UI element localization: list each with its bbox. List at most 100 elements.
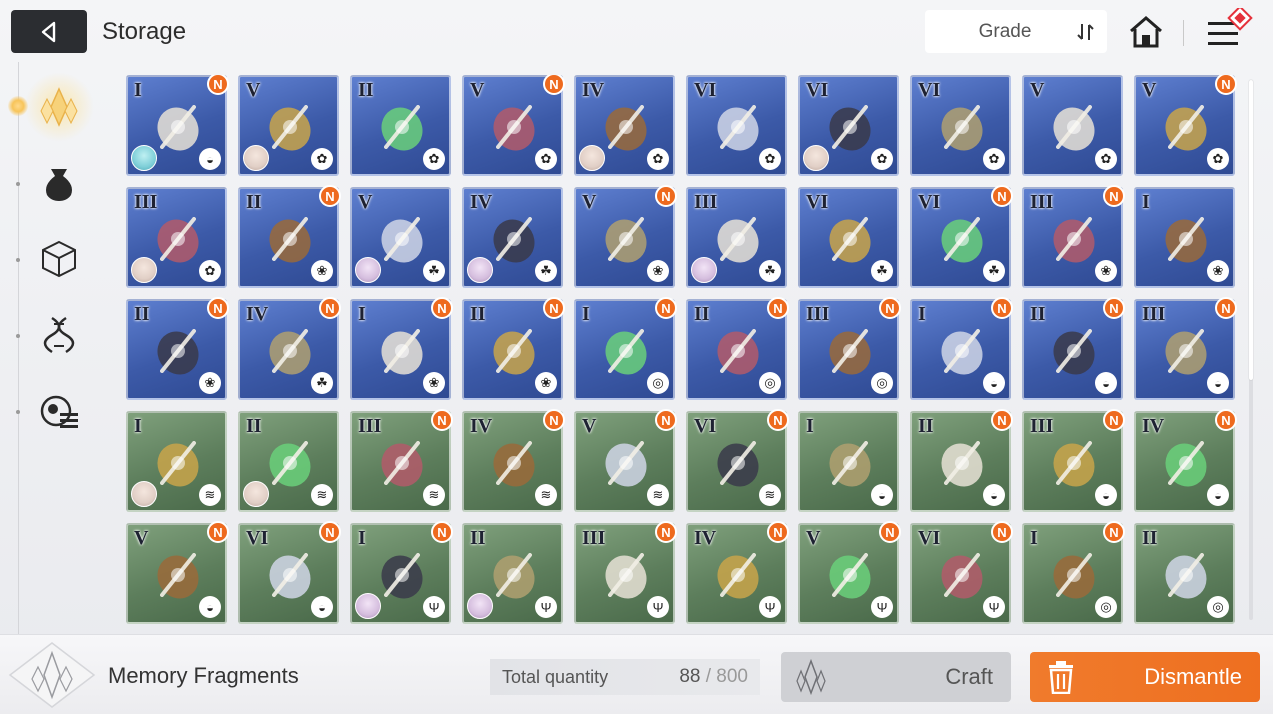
fragment-card[interactable]: I N ◎ bbox=[1022, 521, 1125, 624]
fragment-card[interactable]: VI ✿ bbox=[798, 75, 899, 176]
fragment-card[interactable]: II Ψ bbox=[462, 523, 563, 624]
craft-button[interactable]: Craft bbox=[781, 652, 1011, 702]
fragment-card[interactable]: VI ✿ bbox=[686, 75, 787, 176]
bag-icon bbox=[46, 169, 72, 201]
scrollbar-thumb[interactable] bbox=[1249, 80, 1253, 380]
character-avatar bbox=[131, 257, 157, 283]
flower-type-icon: ✿ bbox=[1095, 148, 1117, 170]
fragment-card[interactable]: II N ◒ bbox=[1022, 297, 1125, 400]
fragment-card[interactable]: VI N Ψ bbox=[910, 521, 1013, 624]
wing-type-icon: ≋ bbox=[535, 484, 557, 506]
fragment-card[interactable]: V ✿ bbox=[238, 75, 339, 176]
sidebar-item-bag[interactable] bbox=[34, 158, 84, 208]
fragment-card[interactable]: II N ❀ bbox=[462, 297, 565, 400]
fragment-card[interactable]: IV N ≋ bbox=[462, 409, 565, 512]
menu-icon[interactable] bbox=[1200, 5, 1258, 54]
grade-numeral: V bbox=[246, 79, 261, 101]
fragment-card[interactable]: III N ≋ bbox=[350, 409, 453, 512]
fragment-card[interactable]: IV ☘ bbox=[462, 187, 563, 288]
fragment-card[interactable]: I N ◒ bbox=[910, 297, 1013, 400]
fragment-card[interactable]: III ☘ bbox=[686, 187, 787, 288]
fragment-card[interactable]: III N ◒ bbox=[1022, 409, 1125, 512]
fragment-card[interactable]: V N ✿ bbox=[1134, 75, 1237, 176]
sidebar-item-cube[interactable] bbox=[34, 234, 84, 284]
fragment-card[interactable]: VI N ◒ bbox=[238, 521, 341, 624]
character-avatar bbox=[243, 481, 269, 507]
fragment-card[interactable]: I ≋ bbox=[126, 411, 227, 512]
fragment-card[interactable]: IV N ☘ bbox=[238, 297, 341, 400]
fragment-card[interactable]: V N ❀ bbox=[574, 185, 677, 288]
fragment-card[interactable]: II N ❀ bbox=[238, 185, 341, 288]
lotus-type-icon: ❀ bbox=[311, 260, 333, 282]
leaf-type-icon: ☘ bbox=[423, 260, 445, 282]
dismantle-button[interactable]: Dismantle bbox=[1030, 652, 1260, 702]
fragment-card[interactable]: I ◒ bbox=[798, 411, 899, 512]
fragment-card[interactable]: I N ◎ bbox=[574, 297, 677, 400]
grade-numeral: I bbox=[582, 303, 590, 325]
fragment-card[interactable]: III N ❀ bbox=[1022, 185, 1125, 288]
character-avatar bbox=[691, 257, 717, 283]
sidebar-item-dna[interactable] bbox=[34, 310, 84, 360]
grade-label: Grade bbox=[978, 20, 1032, 42]
flower-type-icon: ✿ bbox=[1207, 148, 1229, 170]
fragment-card[interactable]: III N ◒ bbox=[1134, 297, 1237, 400]
fragment-card[interactable]: II N ◒ bbox=[910, 409, 1013, 512]
fragment-card[interactable]: II ≋ bbox=[238, 411, 339, 512]
fragment-card[interactable]: VI N ☘ bbox=[910, 185, 1013, 288]
footer-bar: Memory Fragments Total quantity 88 / 800… bbox=[0, 634, 1273, 714]
grade-numeral: III bbox=[1142, 303, 1166, 325]
fragment-card[interactable]: V N Ψ bbox=[798, 521, 901, 624]
fragment-card[interactable]: III ✿ bbox=[126, 187, 227, 288]
fragment-card[interactable]: I N ❀ bbox=[350, 297, 453, 400]
grade-numeral: III bbox=[1030, 415, 1054, 437]
fragment-card[interactable]: II ◎ bbox=[1134, 523, 1235, 624]
fragment-card[interactable]: IV ✿ bbox=[574, 75, 675, 176]
new-badge: N bbox=[207, 297, 229, 319]
fragment-card[interactable]: I N ◒ bbox=[126, 75, 229, 176]
flower-type-icon: ✿ bbox=[983, 148, 1005, 170]
fragment-card[interactable]: V N ◒ bbox=[126, 521, 229, 624]
page-title: Storage bbox=[102, 18, 187, 45]
fragment-card[interactable]: VI ✿ bbox=[910, 75, 1011, 176]
sort-order-icon[interactable] bbox=[1065, 10, 1107, 53]
grade-sort-dropdown[interactable]: Grade bbox=[925, 10, 1107, 53]
new-badge: N bbox=[655, 297, 677, 319]
character-avatar bbox=[131, 481, 157, 507]
total-quantity-max: 800 bbox=[716, 666, 748, 687]
grade-numeral: IV bbox=[470, 191, 493, 213]
back-button[interactable] bbox=[11, 10, 87, 53]
lotus-type-icon: ❀ bbox=[1095, 260, 1117, 282]
fragment-card[interactable]: I N Ψ bbox=[350, 521, 453, 624]
fragment-card[interactable]: II N ❀ bbox=[126, 297, 229, 400]
fragment-card[interactable]: III N Ψ bbox=[574, 521, 677, 624]
swirl-type-icon: ◒ bbox=[983, 372, 1005, 394]
fragment-card[interactable]: IV N ◒ bbox=[1134, 409, 1237, 512]
fragment-card[interactable]: II ✿ bbox=[350, 75, 451, 176]
fragment-card[interactable]: V N ≋ bbox=[574, 409, 677, 512]
total-quantity-box: Total quantity 88 / 800 bbox=[490, 659, 760, 695]
swirl-type-icon: ◒ bbox=[1095, 372, 1117, 394]
character-avatar bbox=[243, 145, 269, 171]
fragment-card[interactable]: IV N Ψ bbox=[686, 521, 789, 624]
fragment-card[interactable]: V N ✿ bbox=[462, 75, 565, 176]
grade-numeral: VI bbox=[918, 191, 941, 213]
fragment-card[interactable]: III N ◎ bbox=[798, 297, 901, 400]
new-badge: N bbox=[543, 409, 565, 431]
fragment-card[interactable]: V ☘ bbox=[350, 187, 451, 288]
fragment-card[interactable]: VI ☘ bbox=[798, 187, 899, 288]
grade-numeral: V bbox=[470, 79, 485, 101]
fragment-card[interactable]: I ❀ bbox=[1134, 187, 1235, 288]
home-icon[interactable] bbox=[1125, 12, 1167, 52]
fragment-card[interactable]: V ✿ bbox=[1022, 75, 1123, 176]
sidebar-item-modules[interactable] bbox=[34, 386, 84, 436]
new-badge: N bbox=[431, 297, 453, 319]
dna-icon bbox=[43, 316, 75, 354]
swirl-type-icon: ◒ bbox=[199, 148, 221, 170]
new-badge: N bbox=[655, 185, 677, 207]
sidebar-item-memory-fragments[interactable] bbox=[24, 72, 94, 142]
grade-numeral: V bbox=[134, 527, 149, 549]
total-quantity-separator: / bbox=[700, 666, 717, 687]
fragment-card[interactable]: II N ◎ bbox=[686, 297, 789, 400]
fragment-card[interactable]: VI N ≋ bbox=[686, 409, 789, 512]
swirl-type-icon: ◒ bbox=[983, 484, 1005, 506]
